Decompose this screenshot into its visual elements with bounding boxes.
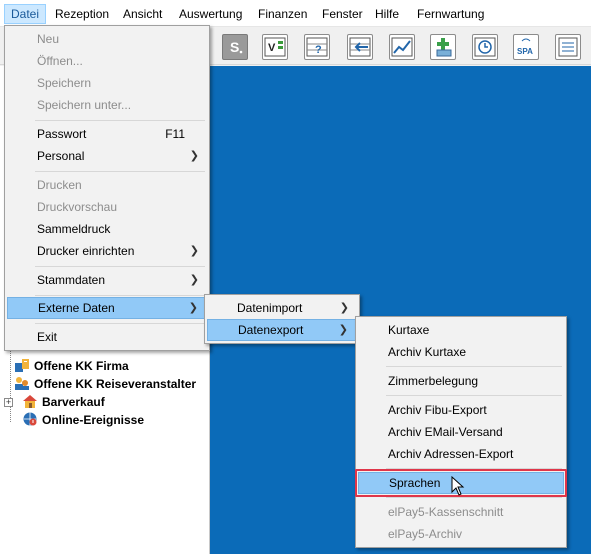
menu-item-datenexport[interactable]: Datenexport ❯ (207, 319, 357, 341)
shortcut-label: F11 (165, 127, 185, 141)
chevron-right-icon: ❯ (189, 150, 199, 162)
chevron-right-icon: ❯ (339, 302, 349, 314)
import-arrow-icon[interactable] (347, 34, 373, 60)
tree-item-label: Barverkauf (42, 395, 105, 409)
tree-item-label: Online-Ereignisse (42, 413, 145, 427)
menu-fenster[interactable]: Fenster (316, 4, 369, 24)
query-grid-icon[interactable]: ? (304, 34, 330, 60)
menu-fernwartung[interactable]: Fernwartung (411, 4, 490, 24)
svg-text:SPA: SPA (517, 47, 533, 56)
menu-item-elpay5-archiv[interactable]: elPay5-Archiv (358, 523, 564, 545)
menu-item-druckvorschau[interactable]: Druckvorschau (7, 196, 207, 218)
menu-item-kurtaxe[interactable]: Kurtaxe (358, 319, 564, 341)
expand-plus-icon[interactable]: + (4, 398, 13, 407)
menu-bar: Datei Rezeption Ansicht Auswertung Finan… (0, 0, 591, 27)
menu-separator (386, 366, 562, 367)
v-icon[interactable]: V (262, 34, 288, 60)
tree-connector-line (10, 344, 11, 422)
menu-separator (35, 171, 205, 172)
menu-item-label: Personal (37, 149, 85, 163)
menu-rezeption[interactable]: Rezeption (49, 4, 115, 24)
menu-item-label: Stammdaten (37, 273, 106, 287)
menu-item-archiv-kurtaxe[interactable]: Archiv Kurtaxe (358, 341, 564, 363)
menu-datei[interactable]: Datei (4, 4, 47, 24)
menu-separator (35, 323, 205, 324)
menu-item-drucker-einrichten[interactable]: Drucker einrichten ❯ (7, 240, 207, 262)
menu-item-sammeldruck[interactable]: Sammeldruck (7, 218, 207, 240)
tree-item-online-ereignisse[interactable]: Online-Ereignisse (22, 411, 144, 429)
menu-separator (386, 497, 562, 498)
menu-item-passwort[interactable]: Passwort F11 (7, 123, 207, 145)
menu-separator (35, 120, 205, 121)
mouse-cursor-icon (451, 475, 465, 499)
chevron-right-icon: ❯ (189, 274, 199, 286)
company-invoice-icon (14, 357, 30, 373)
menu-item-label: Datenexport (238, 323, 304, 337)
online-events-icon (22, 411, 38, 427)
menu-separator (35, 266, 205, 267)
menu-item-archiv-adressen-export[interactable]: Archiv Adressen-Export (358, 443, 564, 465)
travel-agency-icon (14, 375, 30, 391)
menu-item-speichern[interactable]: Speichern (7, 72, 207, 94)
menu-finanzen[interactable]: Finanzen (252, 4, 313, 24)
menu-item-label: Passwort (37, 127, 87, 141)
add-building-icon[interactable] (430, 34, 456, 60)
house-icon (22, 393, 38, 409)
line-chart-icon[interactable] (389, 34, 415, 60)
spa-icon[interactable]: SPA (513, 34, 539, 60)
clock-icon[interactable] (472, 34, 498, 60)
menu-separator (386, 395, 562, 396)
externe-daten-submenu: Datenimport ❯ Datenexport ❯ (204, 294, 360, 344)
tree-item-barverkauf[interactable]: Barverkauf (22, 393, 105, 411)
menu-item-neu[interactable]: Neu (7, 28, 207, 50)
datei-menu: Neu Öffnen... Speichern Speichern unter.… (4, 25, 210, 351)
menu-item-externe-daten[interactable]: Externe Daten ❯ (7, 297, 207, 319)
svg-text:?: ? (315, 44, 322, 56)
menu-separator (35, 295, 205, 296)
datenexport-submenu: Kurtaxe Archiv Kurtaxe Zimmerbelegung Ar… (355, 316, 567, 548)
chevron-right-icon: ❯ (189, 245, 199, 257)
menu-ansicht[interactable]: Ansicht (117, 4, 168, 24)
menu-item-datenimport[interactable]: Datenimport ❯ (207, 297, 357, 319)
chevron-right-icon: ❯ (338, 324, 348, 336)
menu-item-label: Externe Daten (38, 301, 115, 315)
menu-item-elpay5-kassenschnitt[interactable]: elPay5-Kassenschnitt (358, 501, 564, 523)
tree-item-offene-kk-reiseveranstalter[interactable]: Offene KK Reiseveranstalter (14, 375, 196, 393)
menu-item-label: Drucker einrichten (37, 244, 135, 258)
menu-item-stammdaten[interactable]: Stammdaten ❯ (7, 269, 207, 291)
menu-item-oeffnen[interactable]: Öffnen... (7, 50, 207, 72)
document-list-icon[interactable] (555, 34, 581, 60)
s-icon[interactable]: S (222, 34, 248, 60)
menu-item-exit[interactable]: Exit (7, 326, 207, 348)
menu-hilfe[interactable]: Hilfe (369, 4, 405, 24)
menu-item-drucken[interactable]: Drucken (7, 174, 207, 196)
svg-text:V: V (268, 42, 276, 54)
tree-item-label: Offene KK Reiseveranstalter (34, 377, 197, 391)
menu-item-label: Datenimport (237, 301, 303, 315)
menu-auswertung[interactable]: Auswertung (173, 4, 248, 24)
chevron-right-icon: ❯ (188, 302, 198, 314)
menu-item-zimmerbelegung[interactable]: Zimmerbelegung (358, 370, 564, 392)
svg-text:S: S (230, 39, 239, 55)
tree-item-offene-kk-firma[interactable]: Offene KK Firma (14, 357, 129, 375)
menu-item-personal[interactable]: Personal ❯ (7, 145, 207, 167)
menu-item-speichern-unter[interactable]: Speichern unter... (7, 94, 207, 116)
menu-item-archiv-email-versand[interactable]: Archiv EMail-Versand (358, 421, 564, 443)
menu-item-archiv-fibu-export[interactable]: Archiv Fibu-Export (358, 399, 564, 421)
tree-item-label: Offene KK Firma (34, 359, 129, 373)
